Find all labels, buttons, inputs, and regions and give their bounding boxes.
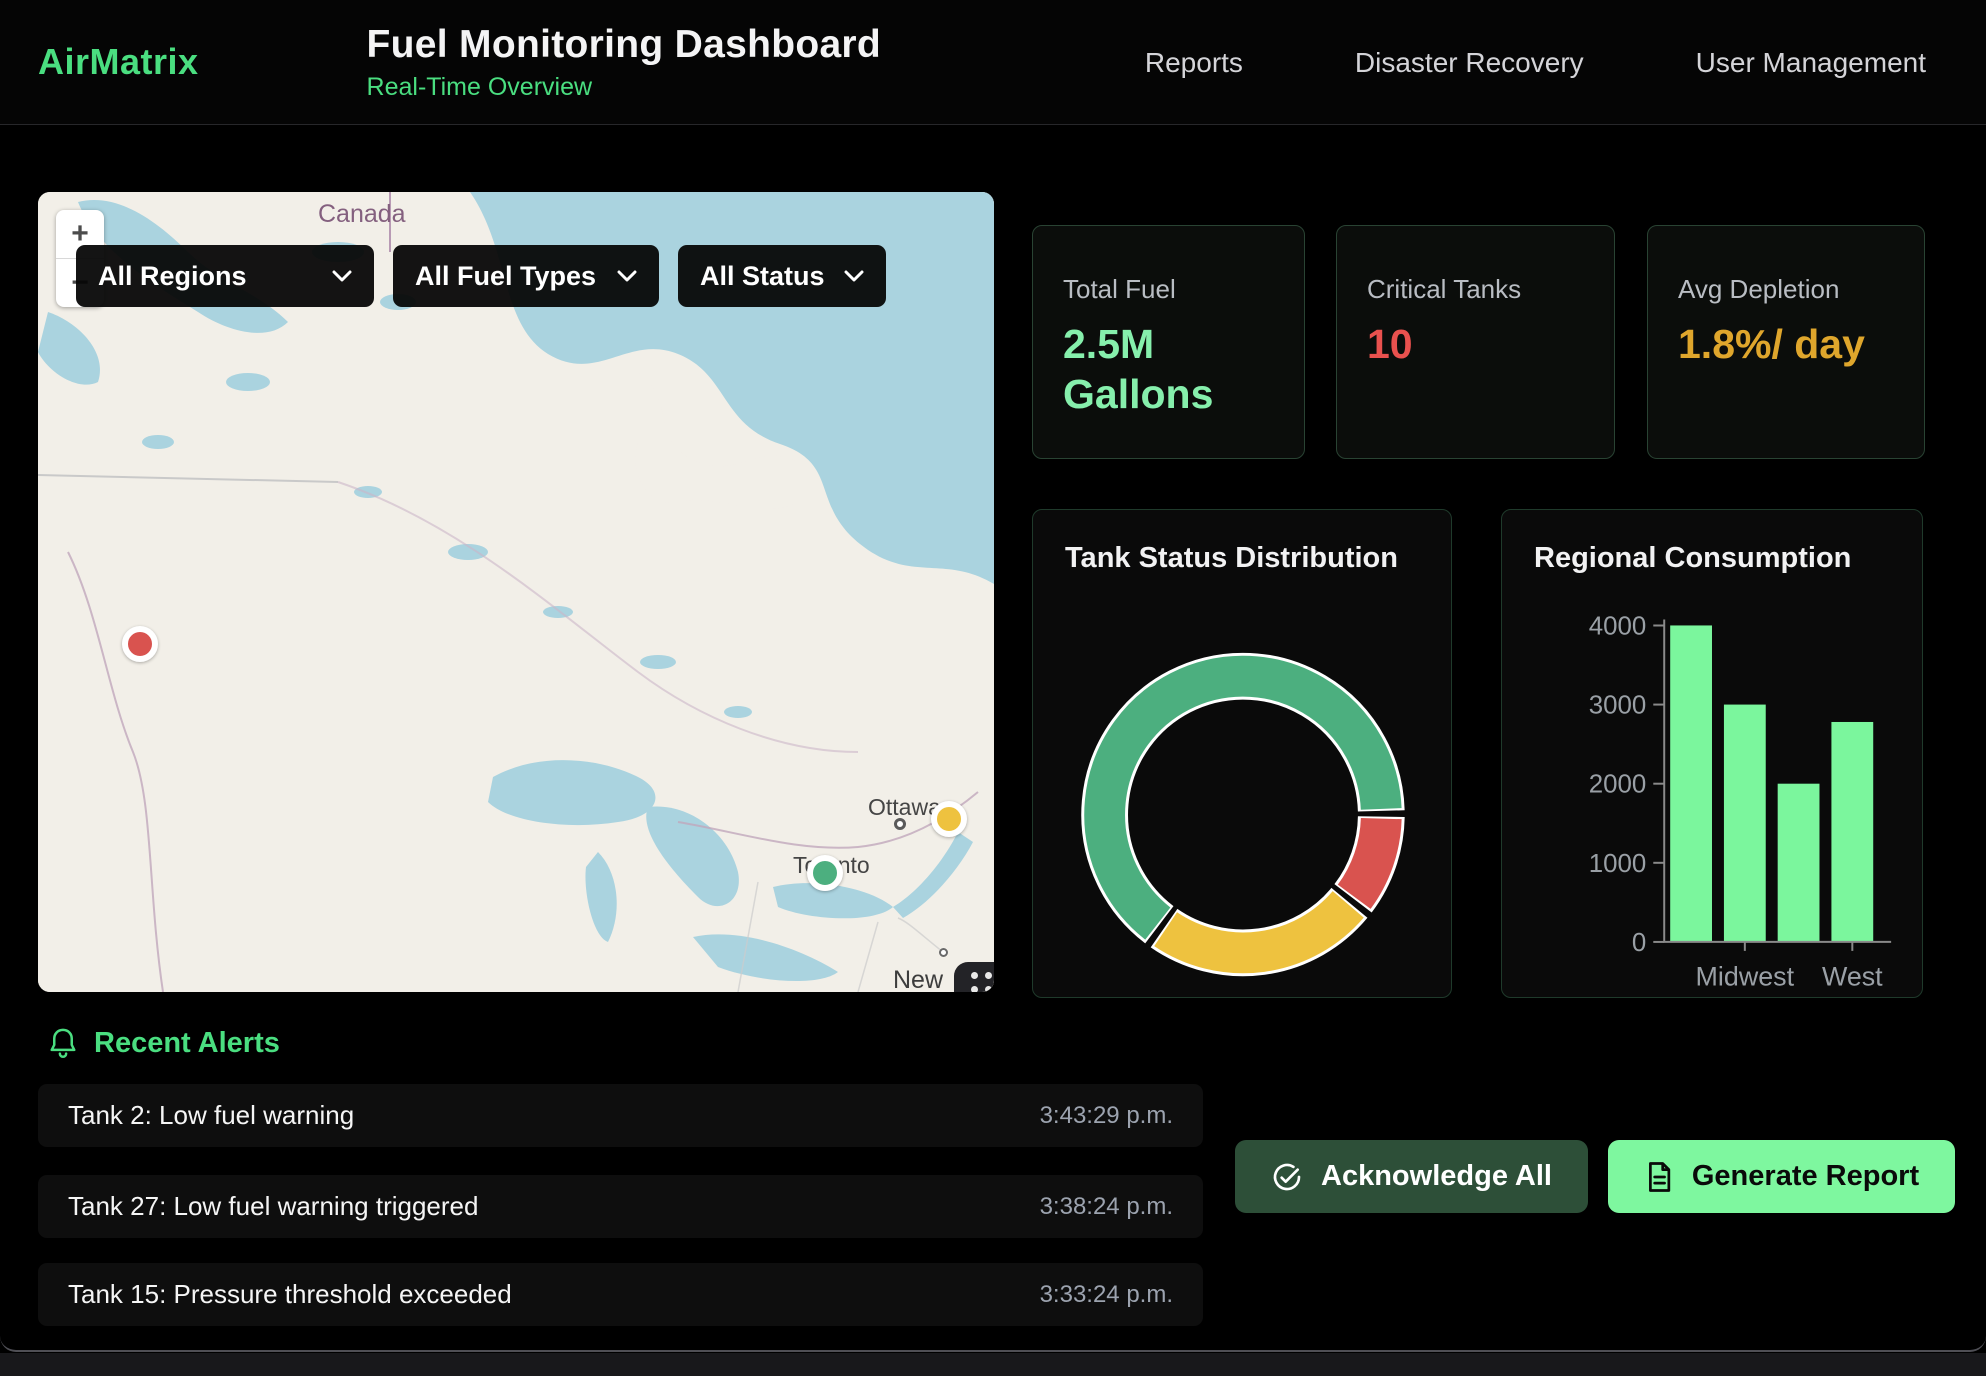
svg-text:4000: 4000 xyxy=(1589,612,1647,640)
document-icon xyxy=(1644,1161,1674,1193)
check-circle-icon xyxy=(1271,1161,1303,1193)
nav-item-user-management[interactable]: User Management xyxy=(1696,47,1926,79)
ottawa-town-dot xyxy=(894,818,906,830)
svg-text:2000: 2000 xyxy=(1589,771,1647,799)
alert-row[interactable]: Tank 15: Pressure threshold exceeded 3:3… xyxy=(38,1263,1203,1326)
alert-time: 3:38:24 p.m. xyxy=(1040,1193,1173,1221)
alert-text: Tank 27: Low fuel warning triggered xyxy=(68,1191,478,1222)
generate-report-button[interactable]: Generate Report xyxy=(1608,1140,1955,1213)
stat-value: 2.5M Gallons xyxy=(1063,319,1283,419)
bell-icon xyxy=(48,1026,78,1060)
tank-marker-normal[interactable] xyxy=(807,855,843,891)
tank-marker-critical[interactable] xyxy=(122,626,158,662)
header: AirMatrix Fuel Monitoring Dashboard Real… xyxy=(0,0,1986,125)
tank-marker-warning[interactable] xyxy=(931,801,967,837)
stat-card-critical-tanks: Critical Tanks 10 xyxy=(1336,225,1615,459)
acknowledge-all-label: Acknowledge All xyxy=(1321,1160,1552,1193)
alert-row[interactable]: Tank 2: Low fuel warning 3:43:29 p.m. xyxy=(38,1084,1203,1147)
dashboard-root: AirMatrix Fuel Monitoring Dashboard Real… xyxy=(0,0,1986,1376)
map-canvas[interactable] xyxy=(38,192,994,992)
donut-chart xyxy=(1033,510,1451,997)
svg-text:West: West xyxy=(1822,962,1883,992)
acknowledge-all-button[interactable]: Acknowledge All xyxy=(1235,1140,1588,1213)
chevron-down-icon xyxy=(332,270,352,282)
recent-alerts-title: Recent Alerts xyxy=(94,1027,280,1060)
stat-label: Critical Tanks xyxy=(1367,274,1584,305)
filter-regions-label: All Regions xyxy=(98,261,247,292)
alert-time: 3:43:29 p.m. xyxy=(1040,1102,1173,1130)
filter-fuel-types-label: All Fuel Types xyxy=(415,261,596,292)
stat-card-total-fuel: Total Fuel 2.5M Gallons xyxy=(1032,225,1305,459)
alert-text: Tank 2: Low fuel warning xyxy=(68,1100,354,1131)
regional-consumption-chart-card: 0 1000 2000 3000 4000 Midwest West Regional Co… xyxy=(1501,509,1923,998)
main-nav: Reports Disaster Recovery User Managemen… xyxy=(1145,0,1926,125)
filter-status-dropdown[interactable]: All Status xyxy=(678,245,886,307)
map-resize-handle-icon[interactable] xyxy=(954,962,994,992)
chevron-down-icon xyxy=(617,270,637,282)
stat-label: Total Fuel xyxy=(1063,274,1274,305)
stat-value: 1.8%/ day xyxy=(1678,319,1898,369)
filter-fuel-types-dropdown[interactable]: All Fuel Types xyxy=(393,245,659,307)
filter-regions-dropdown[interactable]: All Regions xyxy=(76,245,374,307)
generate-report-label: Generate Report xyxy=(1692,1160,1919,1193)
page-background-strip xyxy=(0,1353,1986,1376)
title-block: Fuel Monitoring Dashboard Real-Time Over… xyxy=(367,23,881,102)
svg-text:3000: 3000 xyxy=(1589,692,1647,720)
newyork-town-dot xyxy=(939,948,948,957)
app-logo: AirMatrix xyxy=(38,41,199,83)
stat-label: Avg Depletion xyxy=(1678,274,1894,305)
chart-title: Regional Consumption xyxy=(1534,542,1851,575)
stat-value: 10 xyxy=(1367,319,1587,369)
page-title: Fuel Monitoring Dashboard xyxy=(367,23,881,67)
stat-card-avg-depletion: Avg Depletion 1.8%/ day xyxy=(1647,225,1925,459)
svg-text:1000: 1000 xyxy=(1589,850,1647,878)
svg-text:Midwest: Midwest xyxy=(1696,962,1795,992)
chevron-down-icon xyxy=(844,270,864,282)
bar-chart: 0 1000 2000 3000 4000 Midwest West xyxy=(1502,510,1922,997)
nav-item-reports[interactable]: Reports xyxy=(1145,47,1243,79)
filter-status-label: All Status xyxy=(700,261,825,292)
svg-text:0: 0 xyxy=(1632,929,1646,957)
nav-item-disaster-recovery[interactable]: Disaster Recovery xyxy=(1355,47,1584,79)
tank-status-chart-card: Tank Status Distribution xyxy=(1032,509,1452,998)
chart-title: Tank Status Distribution xyxy=(1065,542,1398,575)
page-subtitle: Real-Time Overview xyxy=(367,73,881,102)
map-filters: All Regions All Fuel Types All Status xyxy=(76,245,886,307)
map-panel: + − All Regions All Fuel Types All Statu… xyxy=(38,192,994,992)
alert-text: Tank 15: Pressure threshold exceeded xyxy=(68,1279,512,1310)
recent-alerts-heading: Recent Alerts xyxy=(48,1026,280,1060)
alert-time: 3:33:24 p.m. xyxy=(1040,1281,1173,1309)
alert-row[interactable]: Tank 27: Low fuel warning triggered 3:38… xyxy=(38,1175,1203,1238)
